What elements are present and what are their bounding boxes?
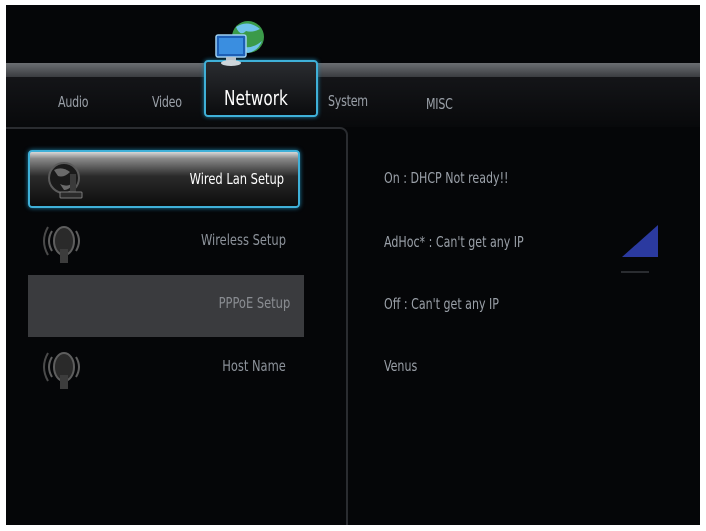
menu-item-wireless-setup[interactable]: Wireless Setup bbox=[28, 213, 300, 271]
header-band bbox=[6, 63, 700, 77]
divider bbox=[621, 271, 649, 273]
tab-audio[interactable]: Audio bbox=[58, 93, 88, 111]
wireless-antenna-icon bbox=[43, 352, 80, 389]
tab-video[interactable]: Video bbox=[152, 93, 182, 111]
menu-item-wired-lan-setup[interactable]: Wired Lan Setup bbox=[28, 150, 300, 208]
tab-system[interactable]: System bbox=[328, 92, 368, 110]
wireless-status: AdHoc* : Can't get any IP bbox=[384, 233, 524, 251]
wired-lan-status: On : DHCP Not ready!! bbox=[384, 169, 509, 187]
network-globe-icon bbox=[215, 21, 264, 66]
menu-item-label: Host Name bbox=[222, 357, 286, 375]
wireless-antenna-icon bbox=[43, 226, 80, 263]
tab-network-label: Network bbox=[224, 86, 288, 110]
settings-screen: Audio Video Network System MISC Wired La… bbox=[6, 5, 700, 525]
menu-item-host-name[interactable]: Host Name bbox=[28, 339, 300, 397]
host-name-value: Venus bbox=[384, 357, 418, 375]
wired-lan-icon bbox=[48, 162, 83, 199]
pppoe-status: Off : Can't get any IP bbox=[384, 295, 499, 313]
signal-strength-icon bbox=[622, 225, 658, 257]
menu-item-label: Wired Lan Setup bbox=[189, 170, 284, 188]
menu-item-label: PPPoE Setup bbox=[218, 294, 290, 312]
menu-item-pppoe-setup[interactable]: PPPoE Setup bbox=[28, 275, 304, 337]
menu-item-label: Wireless Setup bbox=[201, 231, 286, 249]
tab-misc[interactable]: MISC bbox=[426, 95, 453, 113]
